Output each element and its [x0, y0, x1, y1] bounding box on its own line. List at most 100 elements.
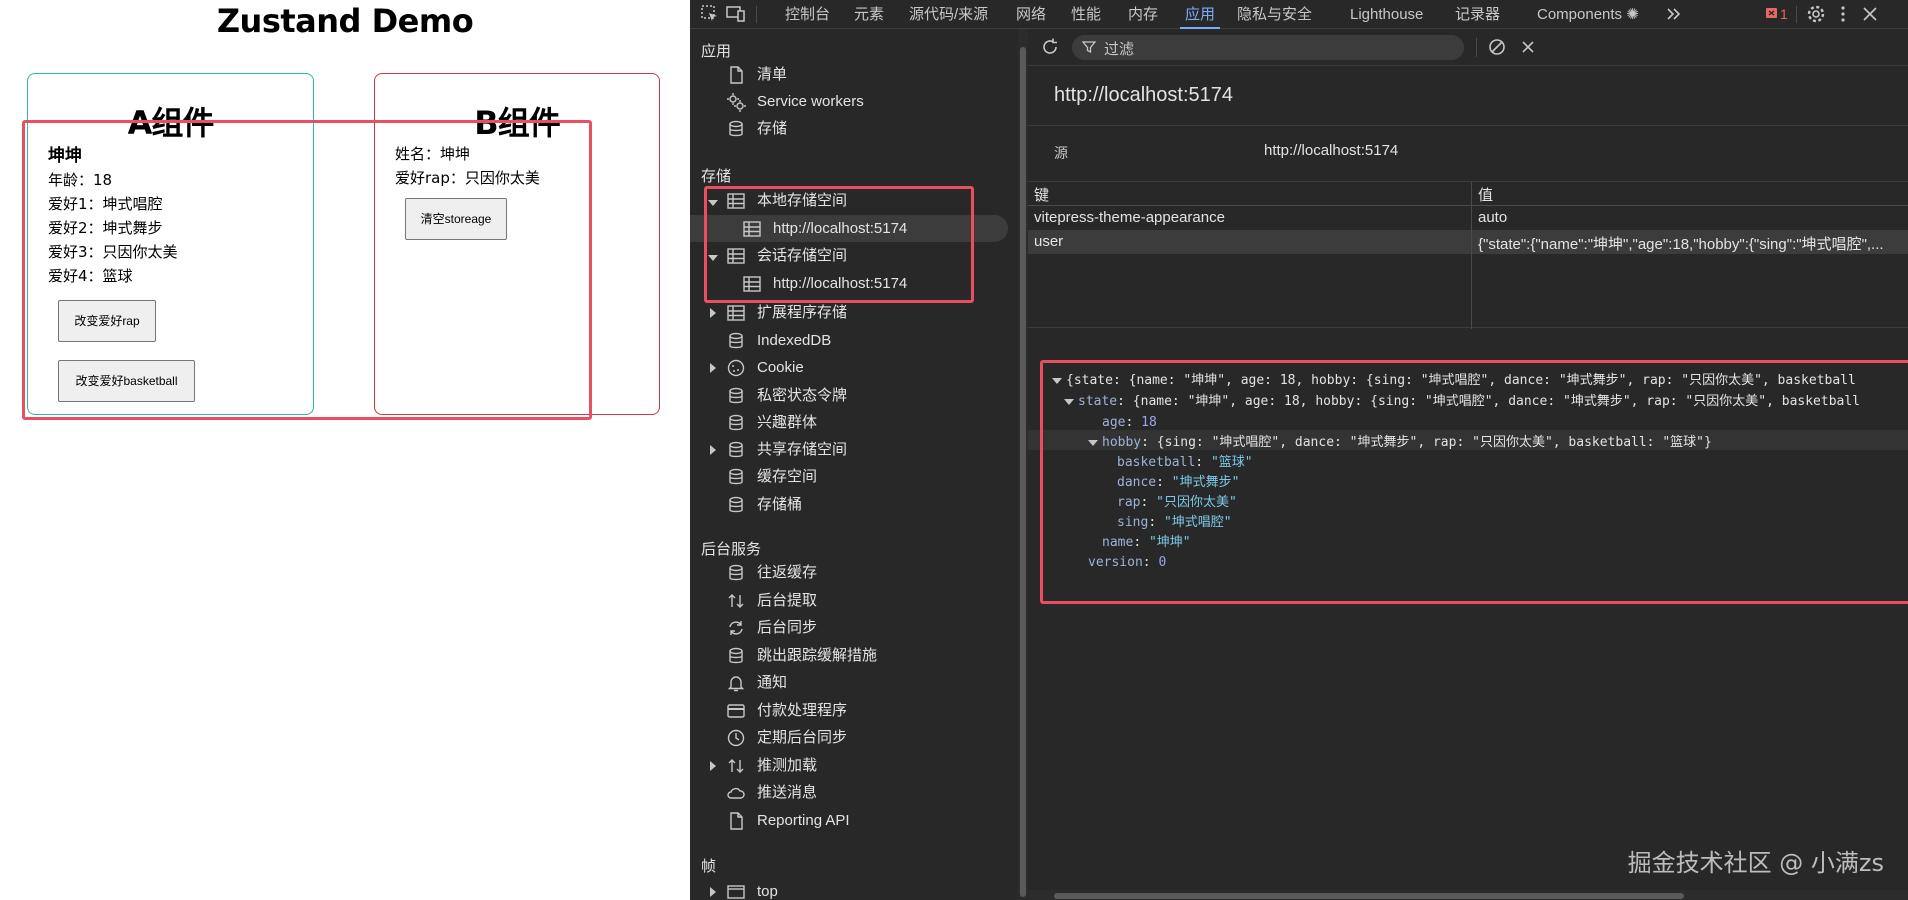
expand-local-storage-icon[interactable] — [708, 200, 718, 206]
change-basketball-button[interactable]: 改变爱好basketball — [58, 360, 195, 402]
sync-icon — [729, 621, 743, 635]
tab-application[interactable]: 应用 — [1180, 0, 1221, 29]
scrollbar-thumb[interactable] — [1054, 893, 1684, 899]
user-age: 年龄：18 — [48, 171, 113, 189]
sidebar-item-label: 跳出跟踪缓解措施 — [757, 647, 878, 664]
sidebar-item-label: 通知 — [757, 674, 788, 691]
preview-name-line[interactable]: name: "坤坤" — [1102, 533, 1191, 553]
up-down-arrows-icon — [728, 759, 744, 773]
tab-lighthouse[interactable]: Lighthouse — [1350, 0, 1423, 29]
sidebar-scrollbar[interactable] — [1018, 29, 1028, 900]
database-icon — [729, 647, 743, 664]
table-icon — [743, 221, 761, 237]
prop-key-state: state — [1078, 394, 1118, 409]
cloud-icon — [727, 787, 745, 799]
preview-age-line[interactable]: age: 18 — [1102, 413, 1157, 433]
expand-state-icon[interactable] — [1064, 399, 1074, 405]
preview-state-line[interactable]: state: {name: "坤坤", age: 18, hobby: {sin… — [1078, 392, 1860, 412]
tab-recorder[interactable]: 记录器 — [1455, 0, 1500, 29]
application-sidebar: 应用 清单 Service workers 存储 存储 本地存储空间 http:… — [690, 29, 1020, 900]
prop-value-version: 0 — [1158, 555, 1167, 570]
refresh-icon[interactable] — [1040, 37, 1060, 57]
storage-main-panel: 过滤 http://localhost:5174 源 http://localh… — [1028, 29, 1908, 900]
database-icon — [729, 414, 743, 431]
key-value-table: 键 值 vitepress-theme-appearance auto user… — [1028, 181, 1908, 329]
preview-rap-line[interactable]: rap: "只因你太美" — [1117, 493, 1237, 513]
table-icon — [727, 305, 745, 321]
horizontal-scrollbar[interactable] — [1028, 890, 1908, 900]
preview-hobby-line[interactable]: hobby: {sing: "坤式唱腔", dance: "坤式舞步", rap… — [1102, 433, 1712, 453]
sidebar-item-label: 兴趣群体 — [757, 414, 818, 431]
error-count[interactable]: 1 — [1780, 0, 1788, 29]
table-row[interactable]: vitepress-theme-appearance auto — [1028, 206, 1908, 230]
row-key: vitepress-theme-appearance — [1034, 209, 1225, 226]
clock-icon — [727, 729, 745, 747]
sidebar-item-label: 往返缓存 — [757, 564, 818, 581]
preview-basketball-line[interactable]: basketball: "篮球" — [1117, 453, 1253, 473]
tab-console[interactable]: 控制台 — [785, 0, 830, 29]
scrollbar-thumb[interactable] — [1020, 47, 1026, 897]
delete-selected-icon[interactable] — [1519, 38, 1537, 56]
database-icon — [729, 496, 743, 513]
tab-privacy-security[interactable]: 隐私与安全 — [1237, 0, 1312, 29]
prop-hobby-summary: : {sing: "坤式唱腔", dance: "坤式舞步", rap: "只因… — [1141, 435, 1712, 450]
component-a-heading: A组件 — [127, 104, 215, 142]
database-icon — [729, 332, 743, 349]
component-b-info: 姓名：坤坤 爱好rap：只因你太美 — [395, 142, 540, 190]
tab-memory[interactable]: 内存 — [1128, 0, 1158, 29]
preview-sing-line[interactable]: sing: "坤式唱腔" — [1117, 513, 1232, 533]
change-rap-button[interactable]: 改变爱好rap — [58, 300, 156, 342]
tab-network[interactable]: 网络 — [1016, 0, 1046, 29]
column-divider[interactable] — [1471, 182, 1472, 329]
expand-extension-storage-icon[interactable] — [710, 308, 716, 318]
expand-cookie-icon[interactable] — [710, 363, 716, 373]
origin-label: 源 — [1054, 145, 1068, 161]
sidebar-item-label: top — [757, 883, 778, 900]
gears-icon — [727, 93, 746, 112]
table-header: 键 值 — [1028, 182, 1908, 206]
preview-dance-line[interactable]: dance: "坤式舞步" — [1117, 473, 1239, 493]
frame-window-icon — [727, 885, 745, 899]
origin-info-row: 源 http://localhost:5174 — [1028, 125, 1908, 179]
preview-root-line[interactable]: {state: {name: "坤坤", age: 18, hobby: {si… — [1066, 371, 1856, 391]
database-icon — [729, 564, 743, 581]
b-rap-line: 爱好rap：只因你太美 — [395, 169, 540, 187]
tab-components[interactable]: Components ✺ — [1537, 0, 1639, 29]
prop-value-age: 18 — [1141, 415, 1157, 430]
tab-elements[interactable]: 元素 — [854, 0, 884, 29]
column-header-key[interactable]: 键 — [1034, 184, 1049, 205]
tab-sources[interactable]: 源代码/来源 — [909, 0, 988, 29]
clear-storage-button[interactable]: 清空storeage — [405, 198, 507, 240]
credit-card-icon — [727, 704, 745, 718]
expand-session-storage-icon[interactable] — [708, 255, 718, 261]
clear-all-icon[interactable] — [1487, 37, 1507, 57]
prop-key-age: age — [1102, 415, 1126, 430]
device-toolbar-icon[interactable] — [726, 4, 746, 24]
kebab-menu-icon[interactable] — [1833, 4, 1853, 24]
sidebar-item-label: 存储桶 — [757, 496, 803, 513]
table-row-selected[interactable]: user {"state":{"name":"坤坤","age":18,"hob… — [1028, 230, 1908, 254]
document-icon — [730, 812, 743, 830]
filter-input[interactable]: 过滤 — [1072, 35, 1464, 60]
component-a-info: 坤坤 年龄：18 爱好1：坤式唱腔 爱好2：坤式舞步 爱好3：只因你太美 爱好4… — [48, 144, 178, 288]
more-tabs-icon[interactable] — [1664, 4, 1684, 24]
expand-frame-top-icon[interactable] — [710, 887, 716, 897]
expand-shared-storage-icon[interactable] — [710, 445, 716, 455]
tab-performance[interactable]: 性能 — [1071, 0, 1101, 29]
inspect-element-icon[interactable] — [700, 4, 720, 24]
toolbar-divider — [1476, 38, 1477, 57]
section-storage-title: 存储 — [701, 168, 732, 185]
expand-speculative-loads-icon[interactable] — [710, 761, 716, 771]
settings-gear-icon[interactable] — [1806, 4, 1826, 24]
database-icon — [729, 387, 743, 404]
close-devtools-icon[interactable] — [1860, 4, 1880, 24]
toolbar-divider — [756, 6, 757, 23]
expand-hobby-icon[interactable] — [1088, 440, 1098, 446]
prop-state-summary: : {name: "坤坤", age: 18, hobby: {sing: "坤… — [1117, 394, 1861, 409]
database-icon — [729, 441, 743, 458]
preview-version-line[interactable]: version: 0 — [1088, 553, 1166, 573]
section-background-services-title: 后台服务 — [701, 541, 762, 558]
prop-key-version: version — [1088, 555, 1143, 570]
column-header-value[interactable]: 值 — [1478, 184, 1493, 205]
expand-root-icon[interactable] — [1052, 378, 1062, 384]
